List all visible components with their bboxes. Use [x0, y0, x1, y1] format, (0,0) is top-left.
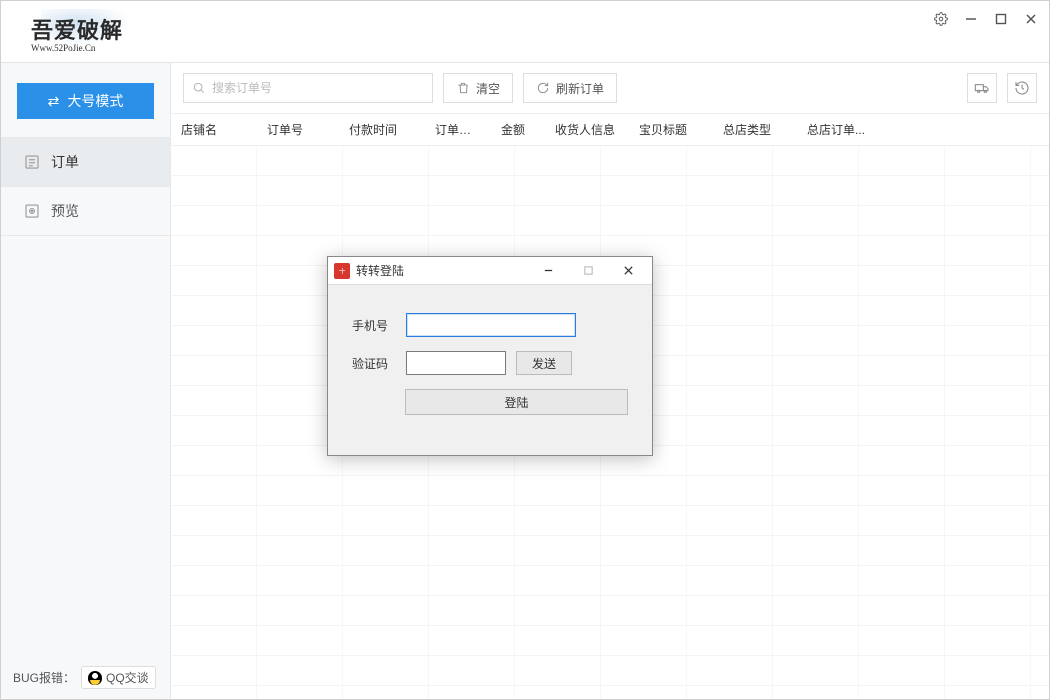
dialog-body: 手机号 验证码 发送 登陆	[328, 285, 652, 455]
column-header[interactable]: 收货人信息	[545, 121, 629, 138]
mode-toggle-button[interactable]: ⇄ 大号模式	[17, 83, 154, 119]
dialog-close-icon[interactable]	[608, 259, 648, 283]
close-icon[interactable]	[1023, 11, 1039, 27]
table-header: 店铺名 订单号 付款时间 订单状态 金额 收货人信息 宝贝标题 总店类型 总店订…	[171, 114, 1049, 146]
qq-chat-label: QQ交谈	[106, 669, 149, 686]
sidebar-item-orders[interactable]: 订单	[1, 138, 170, 186]
search-input[interactable]	[212, 81, 424, 95]
list-icon	[23, 153, 41, 171]
column-header[interactable]: 店铺名	[171, 121, 257, 138]
dialog-app-icon	[334, 263, 350, 279]
column-header[interactable]: 宝贝标题	[629, 121, 713, 138]
truck-icon	[974, 80, 990, 96]
app-logo: 吾爱破解 Www.52PoJie.Cn	[31, 7, 123, 53]
send-code-button[interactable]: 发送	[516, 351, 572, 375]
maximize-icon[interactable]	[993, 11, 1009, 27]
bug-report-label: BUG报错：	[13, 669, 75, 686]
login-dialog: 转转登陆 手机号 验证码 发送 登陆	[327, 256, 653, 456]
dialog-minimize-icon[interactable]	[528, 259, 568, 283]
sidebar-footer: BUG报错： QQ交谈	[1, 656, 170, 699]
window-controls	[933, 7, 1039, 27]
dialog-maximize-icon	[568, 259, 608, 283]
refresh-button[interactable]: 刷新订单	[523, 73, 617, 103]
toolbar: 清空 刷新订单	[171, 63, 1049, 114]
history-icon	[1014, 80, 1030, 96]
refresh-label: 刷新订单	[556, 80, 604, 97]
column-header[interactable]: 金额	[491, 121, 545, 138]
sidebar: ⇄ 大号模式 订单 预览 BUG报错：	[1, 63, 171, 699]
swap-icon: ⇄	[48, 93, 60, 110]
clear-label: 清空	[476, 80, 500, 97]
mode-toggle-label: 大号模式	[67, 91, 123, 111]
history-button[interactable]	[1007, 73, 1037, 103]
qq-icon	[88, 671, 102, 685]
dialog-title-text: 转转登陆	[356, 262, 404, 279]
sidebar-item-preview[interactable]: 预览	[1, 187, 170, 235]
column-header[interactable]: 订单状态	[425, 121, 491, 138]
qq-chat-button[interactable]: QQ交谈	[81, 666, 156, 689]
shipping-button[interactable]	[967, 73, 997, 103]
column-header[interactable]: 总店类型	[713, 121, 797, 138]
dialog-titlebar[interactable]: 转转登陆	[328, 257, 652, 285]
phone-input[interactable]	[406, 313, 576, 337]
sidebar-item-label: 预览	[51, 201, 79, 221]
trash-icon	[456, 81, 470, 95]
login-button[interactable]: 登陆	[405, 389, 628, 415]
sidebar-item-label: 订单	[51, 152, 79, 172]
gear-icon[interactable]	[933, 11, 949, 27]
refresh-icon	[536, 81, 550, 95]
code-input[interactable]	[406, 351, 506, 375]
code-label: 验证码	[352, 355, 396, 372]
column-header[interactable]: 订单号	[257, 121, 339, 138]
search-box[interactable]	[183, 73, 433, 103]
titlebar: 吾爱破解 Www.52PoJie.Cn	[1, 1, 1049, 63]
minimize-icon[interactable]	[963, 11, 979, 27]
column-header[interactable]: 付款时间	[339, 121, 425, 138]
preview-icon	[23, 202, 41, 220]
clear-button[interactable]: 清空	[443, 73, 513, 103]
phone-label: 手机号	[352, 317, 396, 334]
search-icon	[192, 81, 206, 95]
column-header[interactable]: 总店订单...	[797, 121, 881, 138]
